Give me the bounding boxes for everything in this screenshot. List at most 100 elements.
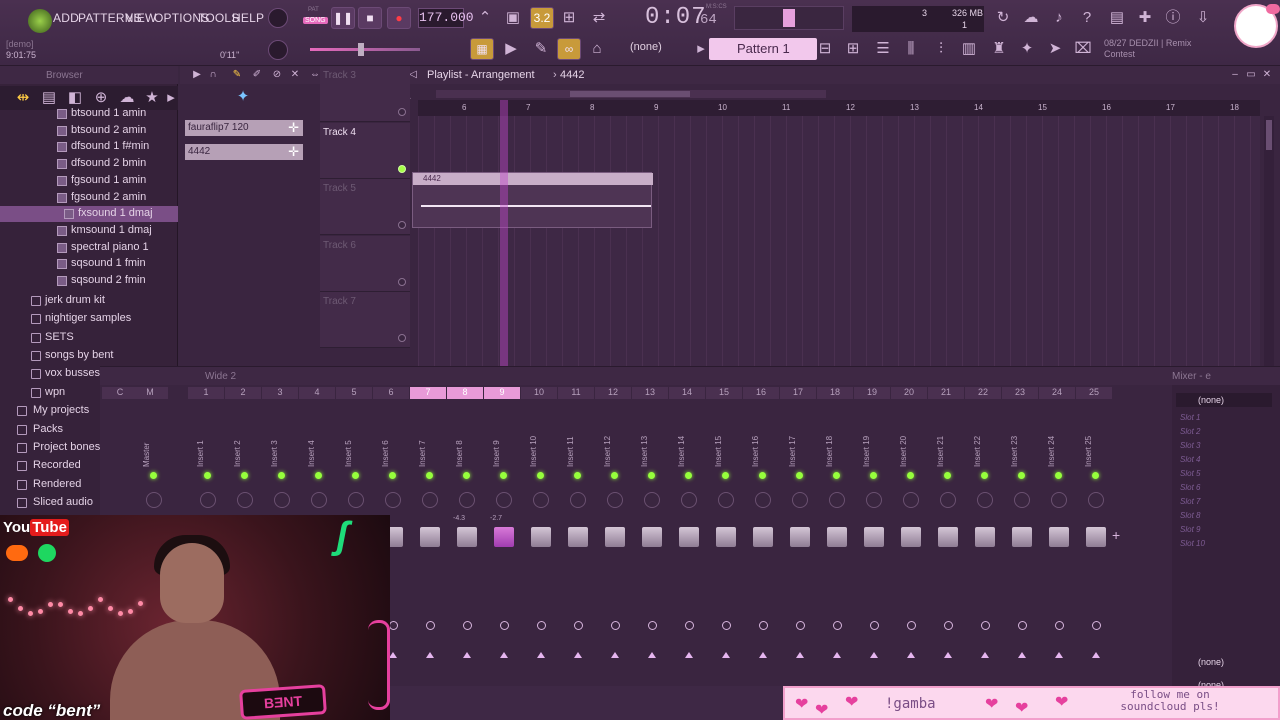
insert-number[interactable]: 25 xyxy=(1076,387,1112,399)
plugin-icon[interactable]: ✚ xyxy=(1134,7,1156,29)
insert-enable-led[interactable] xyxy=(278,472,285,479)
insert-pan-knob[interactable] xyxy=(755,492,771,508)
send-arrow-icon[interactable] xyxy=(759,652,767,658)
insert-pan-knob[interactable] xyxy=(607,492,623,508)
insert-volume-fader[interactable] xyxy=(975,527,995,547)
insert-name[interactable]: Insert 24 xyxy=(1047,427,1056,467)
insert-enable-led[interactable] xyxy=(685,472,692,479)
insert-name[interactable]: Insert 9 xyxy=(492,427,501,467)
insert-number[interactable]: 17 xyxy=(780,387,816,399)
route-icon[interactable] xyxy=(722,621,731,630)
insert-pan-knob[interactable] xyxy=(496,492,512,508)
route-icon[interactable] xyxy=(389,621,398,630)
insert-pan-knob[interactable] xyxy=(1014,492,1030,508)
effect-slot[interactable]: Slot 8 xyxy=(1180,511,1200,520)
insert-pan-knob[interactable] xyxy=(903,492,919,508)
plugin-picker-icon[interactable]: ♜ xyxy=(988,38,1010,60)
route-icon[interactable] xyxy=(648,621,657,630)
route-icon[interactable] xyxy=(500,621,509,630)
online-icon[interactable]: ☁ xyxy=(1020,7,1042,29)
download-icon[interactable]: ⇩ xyxy=(1192,7,1214,29)
route-icon[interactable] xyxy=(685,621,694,630)
browser-file-item[interactable]: btsound 2 amin xyxy=(0,123,178,139)
track-header[interactable]: Track 4 xyxy=(320,122,410,179)
add-pattern-icon[interactable]: ✛ xyxy=(288,144,299,160)
menu-help[interactable]: HELP xyxy=(232,11,264,25)
route-icon[interactable] xyxy=(796,621,805,630)
pattern-chip[interactable]: fauraflip7 120 ✛ xyxy=(185,120,303,136)
record-button[interactable]: ● xyxy=(387,7,411,29)
insert-number[interactable]: 24 xyxy=(1039,387,1075,399)
route-icon[interactable] xyxy=(463,621,472,630)
insert-number[interactable]: 13 xyxy=(632,387,668,399)
browser-folder-item[interactable]: jerk drum kit xyxy=(0,293,178,309)
insert-pan-knob[interactable] xyxy=(200,492,216,508)
insert-enable-led[interactable] xyxy=(722,472,729,479)
insert-number[interactable]: 11 xyxy=(558,387,594,399)
browser-file-item[interactable]: fgsound 1 amin xyxy=(0,173,178,189)
arrangement-grid[interactable] xyxy=(418,116,1260,366)
send-arrow-icon[interactable] xyxy=(537,652,545,658)
insert-name[interactable]: Insert 19 xyxy=(862,427,871,467)
insert-volume-fader[interactable] xyxy=(642,527,662,547)
insert-pan-knob[interactable] xyxy=(866,492,882,508)
insert-number[interactable]: 19 xyxy=(854,387,890,399)
track-mute-led[interactable] xyxy=(398,108,406,116)
route-icon[interactable] xyxy=(611,621,620,630)
insert-enable-led[interactable] xyxy=(150,472,157,479)
insert-name[interactable]: Insert 25 xyxy=(1084,427,1093,467)
insert-name[interactable]: Insert 12 xyxy=(603,427,612,467)
insert-enable-led[interactable] xyxy=(833,472,840,479)
insert-enable-led[interactable] xyxy=(389,472,396,479)
countdown-icon[interactable]: ⊞ xyxy=(558,7,580,29)
insert-volume-fader[interactable] xyxy=(457,527,477,547)
insert-volume-fader[interactable] xyxy=(420,527,440,547)
pitch-knob[interactable] xyxy=(268,40,288,60)
insert-number[interactable]: 10 xyxy=(521,387,557,399)
effect-slot[interactable]: Slot 1 xyxy=(1180,413,1200,422)
insert-pan-knob[interactable] xyxy=(348,492,364,508)
insert-pan-knob[interactable] xyxy=(940,492,956,508)
insert-pan-knob[interactable] xyxy=(533,492,549,508)
insert-name[interactable]: Master xyxy=(142,427,151,467)
insert-pan-knob[interactable] xyxy=(459,492,475,508)
insert-name[interactable]: Insert 2 xyxy=(233,427,242,467)
mixer-faders-icon[interactable]: ⫶ xyxy=(930,38,952,60)
playlist-button[interactable]: ▦ xyxy=(470,38,494,60)
save-icon[interactable]: ▤ xyxy=(1106,7,1128,29)
insert-number[interactable]: 7 xyxy=(410,387,446,399)
insert-pan-knob[interactable] xyxy=(977,492,993,508)
insert-volume-fader[interactable] xyxy=(827,527,847,547)
link-button[interactable]: ∞ xyxy=(557,38,581,60)
insert-name[interactable]: Insert 11 xyxy=(566,427,575,467)
insert-number[interactable]: 20 xyxy=(891,387,927,399)
add-insert-icon[interactable]: + xyxy=(1112,527,1120,543)
insert-enable-led[interactable] xyxy=(537,472,544,479)
insert-number[interactable]: 3 xyxy=(262,387,298,399)
insert-enable-led[interactable] xyxy=(944,472,951,479)
send-arrow-icon[interactable] xyxy=(1092,652,1100,658)
mute-icon[interactable]: ✕ xyxy=(284,64,306,86)
route-icon[interactable] xyxy=(426,621,435,630)
timeline-ruler[interactable]: 6 7 8 9 10 11 12 13 14 15 16 17 18 xyxy=(418,100,1260,116)
insert-name[interactable]: Insert 13 xyxy=(640,427,649,467)
insert-enable-led[interactable] xyxy=(426,472,433,479)
insert-enable-led[interactable] xyxy=(796,472,803,479)
insert-volume-fader[interactable] xyxy=(494,527,514,547)
master-volume-knob[interactable] xyxy=(268,8,288,28)
send-selector-1[interactable]: (none) xyxy=(1176,655,1272,669)
tempo-display[interactable]: 177.000 xyxy=(418,8,474,28)
insert-pan-knob[interactable] xyxy=(718,492,734,508)
browser-file-item[interactable]: sqsound 1 fmin xyxy=(0,256,178,272)
wait-input-icon[interactable]: ▣ xyxy=(502,7,524,29)
preset-selector[interactable]: (none) xyxy=(630,41,686,57)
insert-volume-fader[interactable] xyxy=(864,527,884,547)
send-arrow-icon[interactable] xyxy=(944,652,952,658)
insert-enable-led[interactable] xyxy=(870,472,877,479)
insert-number[interactable]: 21 xyxy=(928,387,964,399)
send-arrow-icon[interactable] xyxy=(463,652,471,658)
route-icon[interactable] xyxy=(1092,621,1101,630)
browser-file-item[interactable]: sqsound 2 fmin xyxy=(0,273,178,289)
send-arrow-icon[interactable] xyxy=(981,652,989,658)
send-arrow-icon[interactable] xyxy=(574,652,582,658)
